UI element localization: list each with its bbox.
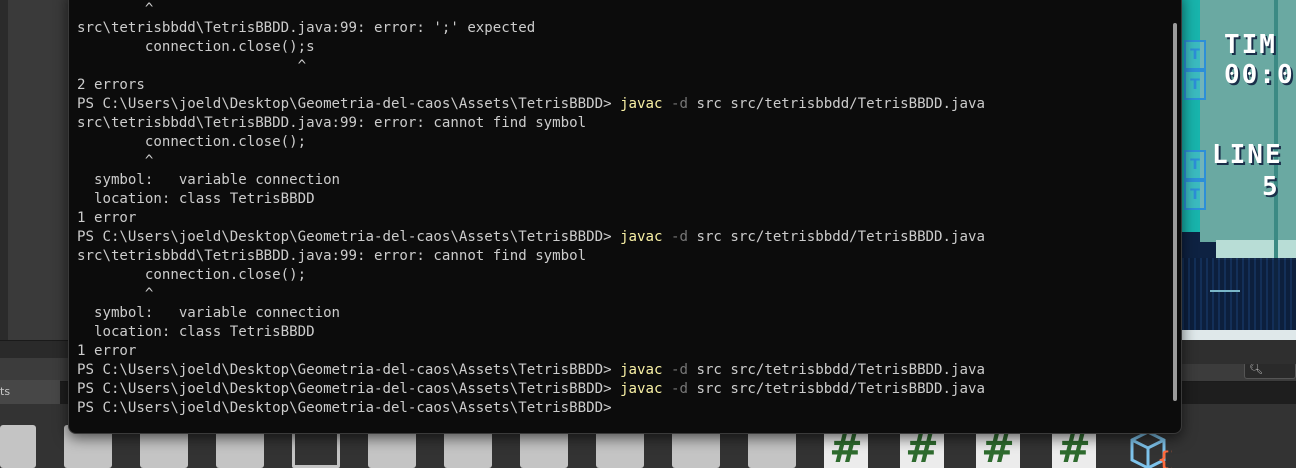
editor-left-strip xyxy=(0,0,8,340)
terminal-output-line: ^ xyxy=(77,286,154,302)
project-tab-fragment[interactable]: ts xyxy=(0,380,60,404)
terminal-output-line: symbol: variable connection xyxy=(77,305,341,321)
terminal-command-line: PS C:\Users\joeld\Desktop\Geometria-del-… xyxy=(77,95,1167,114)
terminal-args: src src/tetrisbbdd/TetrisBBDD.java xyxy=(687,96,985,112)
game-board-grid xyxy=(1182,258,1296,330)
terminal-flag: -d xyxy=(662,362,688,378)
terminal-command-line: PS C:\Users\joeld\Desktop\Geometria-del-… xyxy=(77,380,1167,399)
terminal-prompt: PS C:\Users\joeld\Desktop\Geometria-del-… xyxy=(77,381,621,397)
terminal-output-line: PS C:\Users\joeld\Desktop\Geometria-del-… xyxy=(77,400,621,416)
terminal-command: javac xyxy=(620,362,663,378)
terminal-output[interactable]: ^ src\tetrisbbdd\TetrisBBDD.java:99: erro… xyxy=(77,0,1167,433)
terminal-output-line: ^ xyxy=(77,58,307,74)
terminal-prompt: PS C:\Users\joeld\Desktop\Geometria-del-… xyxy=(77,96,621,112)
game-piece-marker xyxy=(1210,290,1240,292)
terminal-output-line: src\tetrisbbdd\TetrisBBDD.java:99: error… xyxy=(77,248,587,264)
package-braces: {} xyxy=(1158,447,1172,468)
game-time-value: 00:0 xyxy=(1224,60,1295,90)
terminal-prompt: PS C:\Users\joeld\Desktop\Geometria-del-… xyxy=(77,362,621,378)
project-search-input[interactable]: 🔍︎ xyxy=(1244,362,1296,379)
package-icon[interactable]: {} xyxy=(1128,430,1172,468)
terminal-flag: -d xyxy=(662,229,688,245)
terminal-output-line: 1 error xyxy=(77,210,137,226)
terminal-output-line: src\tetrisbbdd\TetrisBBDD.java:99: error… xyxy=(77,20,536,36)
terminal-output-line: location: class TetrisBBDD xyxy=(77,324,315,340)
terminal-command-line: PS C:\Users\joeld\Desktop\Geometria-del-… xyxy=(77,228,1167,247)
terminal-args: src src/tetrisbbdd/TetrisBBDD.java xyxy=(687,229,985,245)
terminal-output-line: 2 errors xyxy=(77,77,145,93)
terminal-command-line: PS C:\Users\joeld\Desktop\Geometria-del-… xyxy=(77,361,1167,380)
tetris-t-block-icon: T xyxy=(1184,70,1206,100)
terminal-output-line: src\tetrisbbdd\TetrisBBDD.java:99: error… xyxy=(77,115,587,131)
game-panel-step xyxy=(1216,240,1296,260)
terminal-output-line: location: class TetrisBBDD xyxy=(77,191,315,207)
terminal-command: javac xyxy=(620,229,663,245)
tetris-t-block-icon: T xyxy=(1184,40,1206,70)
asset-folder-icon[interactable] xyxy=(0,425,36,468)
editor-right-gutter xyxy=(1182,340,1296,364)
tetris-t-block-icon: T xyxy=(1184,150,1206,180)
game-floor xyxy=(1182,330,1296,340)
terminal-output-line: ^ xyxy=(77,1,154,17)
terminal-args: src src/tetrisbbdd/TetrisBBDD.java xyxy=(687,381,985,397)
terminal-command: javac xyxy=(620,381,663,397)
game-lines-value: 5 xyxy=(1262,172,1280,202)
terminal-output-line: ^ xyxy=(77,153,154,169)
terminal-flag: -d xyxy=(662,96,688,112)
terminal-flag: -d xyxy=(662,381,688,397)
game-time-label: TIM xyxy=(1224,30,1277,60)
game-lines-label: LINE xyxy=(1212,140,1283,170)
terminal-args: src src/tetrisbbdd/TetrisBBDD.java xyxy=(687,362,985,378)
terminal-output-line: symbol: variable connection xyxy=(77,172,341,188)
terminal-output-line: connection.close(); xyxy=(77,134,307,150)
terminal-output-line: connection.close();s xyxy=(77,39,315,55)
terminal-output-line: connection.close(); xyxy=(77,267,307,283)
terminal-command: javac xyxy=(620,96,663,112)
terminal-window[interactable]: ^ src\tetrisbbdd\TetrisBBDD.java:99: erro… xyxy=(68,0,1182,434)
editor-left-panel xyxy=(0,0,68,340)
terminal-scrollbar[interactable] xyxy=(1173,23,1177,401)
terminal-prompt: PS C:\Users\joeld\Desktop\Geometria-del-… xyxy=(77,229,621,245)
game-preview: TIM 00:0 LINE 5 T T T T xyxy=(1182,0,1296,340)
tetris-t-block-icon: T xyxy=(1184,180,1206,210)
terminal-output-line: 1 error xyxy=(77,343,137,359)
